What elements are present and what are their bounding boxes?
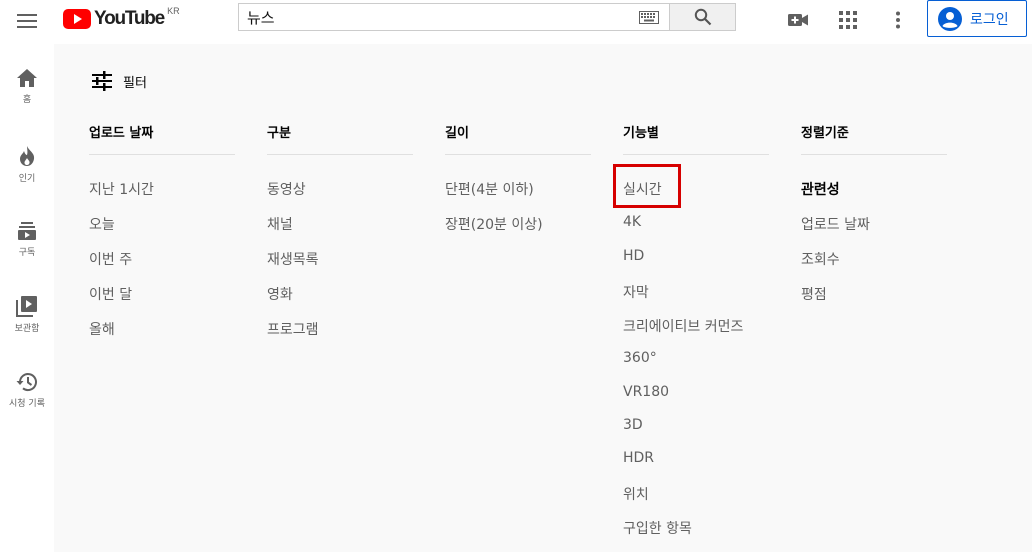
subscriptions-icon [18, 222, 36, 240]
youtube-logo[interactable]: YouTube KR [63, 6, 180, 30]
filter-option-selected[interactable]: 관련성 [801, 179, 840, 199]
filter-option[interactable]: VR180 [623, 384, 669, 400]
apps-button[interactable] [836, 8, 860, 32]
filter-column-title: 구분 [267, 122, 413, 155]
filter-option[interactable]: 채널 [267, 214, 293, 234]
search-input[interactable] [239, 4, 627, 30]
history-icon [16, 373, 37, 392]
filter-column-features: 기능별 실시간 4K HD 자막 크리에이티브 커먼즈 360° VR180 3… [623, 122, 769, 537]
filter-option[interactable]: 동영상 [267, 179, 306, 199]
sidebar-item-subscriptions[interactable]: 구독 [0, 221, 54, 258]
sidebar-item-label: 보관함 [14, 324, 40, 334]
filter-option[interactable]: HD [623, 248, 644, 264]
filter-title: 필터 [123, 75, 147, 91]
filter-option-live[interactable]: 실시간 [623, 179, 662, 199]
filter-option[interactable]: 올해 [89, 319, 115, 339]
filter-option[interactable]: 재생목록 [267, 249, 319, 269]
apps-grid-icon [839, 11, 857, 29]
account-circle-icon [938, 6, 962, 31]
logo-region: KR [167, 6, 180, 16]
sidebar-item-history[interactable]: 시청 기록 [0, 372, 54, 409]
filter-column-sort-by: 정렬기준 관련성 업로드 날짜 조회수 평점 [801, 122, 947, 303]
video-camera-icon [788, 14, 808, 26]
filter-option[interactable]: 4K [623, 214, 641, 230]
filter-column-title: 업로드 날짜 [89, 122, 235, 155]
sidebar-item-label: 구독 [18, 248, 36, 258]
filter-option[interactable]: 자막 [623, 282, 649, 302]
filter-option[interactable]: 이번 달 [89, 284, 132, 304]
filter-option[interactable]: 영화 [267, 284, 293, 304]
search-button[interactable] [670, 3, 736, 31]
search-filter-panel: 필터 업로드 날짜 지난 1시간 오늘 이번 주 이번 달 올해 구분 동영상 … [64, 44, 1032, 552]
sidebar-item-label: 홈 [22, 95, 32, 105]
filter-column-upload-date: 업로드 날짜 지난 1시간 오늘 이번 주 이번 달 올해 [89, 122, 235, 338]
filter-option[interactable]: 평점 [801, 284, 827, 304]
logo-text: YouTube [94, 8, 165, 29]
search-box [238, 3, 670, 31]
filter-option[interactable]: 지난 1시간 [89, 179, 154, 199]
filter-option[interactable]: 크리에이티브 커먼즈 [623, 316, 743, 336]
youtube-logo-icon [63, 9, 91, 29]
sidebar-item-label: 시청 기록 [9, 399, 45, 409]
filter-option[interactable]: 단편(4분 이하) [445, 179, 534, 199]
filter-toggle-button[interactable]: 필터 [91, 71, 147, 91]
settings-menu-button[interactable] [886, 8, 910, 32]
filter-column-title: 길이 [445, 122, 591, 155]
menu-icon[interactable] [16, 10, 38, 32]
sidebar-item-home[interactable]: 홈 [0, 68, 54, 105]
filter-option[interactable]: 360° [623, 350, 657, 366]
filter-column-type: 구분 동영상 채널 재생목록 영화 프로그램 [267, 122, 413, 338]
library-icon [16, 296, 37, 317]
filter-option[interactable]: 이번 주 [89, 249, 132, 269]
filter-option[interactable]: 장편(20분 이상) [445, 214, 543, 234]
sign-in-button[interactable]: 로그인 [927, 0, 1027, 37]
filter-option[interactable]: 프로그램 [267, 319, 319, 339]
filter-column-title: 정렬기준 [801, 122, 947, 155]
filter-option[interactable]: 구입한 항목 [623, 518, 692, 538]
filter-option[interactable]: 업로드 날짜 [801, 214, 870, 234]
sidebar-item-label: 인기 [18, 174, 36, 184]
top-bar: YouTube KR 뉴스 로그인 [0, 0, 1032, 44]
filter-option[interactable]: 조회수 [801, 249, 840, 269]
sidebar-item-library[interactable]: 보관함 [0, 295, 54, 334]
tune-icon [92, 71, 112, 91]
more-vert-icon [896, 11, 900, 29]
filter-column-duration: 길이 단편(4분 이하) 장편(20분 이상) [445, 122, 591, 233]
filter-option[interactable]: 위치 [623, 484, 649, 504]
home-icon [17, 69, 37, 87]
sidebar: 홈 인기 구독 보관함 시청 기록 [0, 44, 54, 552]
sidebar-item-trending[interactable]: 인기 [0, 145, 54, 184]
filter-option[interactable]: HDR [623, 450, 654, 466]
search-icon [694, 8, 711, 26]
keyboard-icon[interactable] [639, 11, 659, 24]
filter-option[interactable]: 오늘 [89, 214, 115, 234]
create-video-button[interactable] [786, 8, 810, 32]
filter-column-title: 기능별 [623, 122, 769, 155]
fire-icon [20, 146, 35, 166]
sign-in-label: 로그인 [970, 11, 1009, 28]
filter-option[interactable]: 3D [623, 417, 643, 433]
